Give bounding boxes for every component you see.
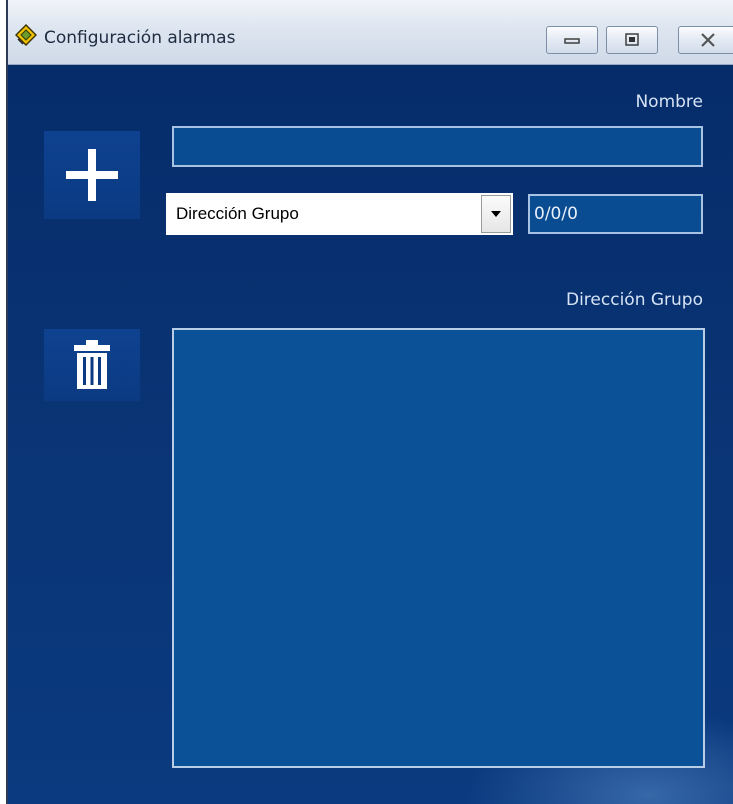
maximize-button[interactable] — [606, 26, 658, 54]
app-icon — [15, 24, 37, 46]
client-area: Nombre Dirección Grupo 0/0/0 Dirección G… — [8, 65, 733, 804]
group-address-list[interactable] — [172, 328, 705, 768]
add-button[interactable] — [44, 131, 140, 219]
group-address-value: 0/0/0 — [534, 204, 578, 224]
nombre-label: Nombre — [635, 92, 703, 112]
group-address-list-label: Dirección Grupo — [565, 290, 703, 310]
close-button[interactable] — [678, 26, 733, 54]
alarm-config-window: Configuración alarmas Nombre Dirección G… — [6, 0, 733, 804]
dropdown-button[interactable] — [481, 195, 511, 233]
minimize-button[interactable] — [546, 26, 598, 54]
address-type-select[interactable]: Dirección Grupo — [166, 193, 513, 235]
nombre-input[interactable] — [172, 126, 703, 167]
close-icon — [701, 33, 715, 47]
address-type-value: Dirección Grupo — [176, 204, 299, 223]
minimize-icon — [564, 38, 580, 44]
group-address-field[interactable]: 0/0/0 — [528, 194, 703, 234]
plus-icon — [66, 149, 118, 201]
delete-button[interactable] — [44, 329, 140, 401]
window-title: Configuración alarmas — [44, 28, 236, 48]
trash-icon — [74, 340, 110, 389]
title-bar[interactable]: Configuración alarmas — [8, 0, 733, 65]
chevron-down-icon — [491, 211, 501, 217]
maximize-icon — [625, 33, 639, 46]
